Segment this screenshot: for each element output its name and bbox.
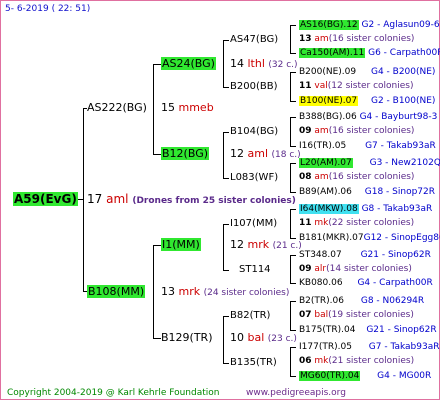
connector	[290, 25, 291, 53]
connector	[153, 64, 154, 154]
connector	[153, 338, 161, 339]
g3-node[interactable]: ST114	[239, 264, 271, 276]
connector	[290, 330, 296, 331]
grandparent-1b-info: 12 aml (18 c.)	[230, 147, 301, 161]
g3-node[interactable]: I107(MM)	[230, 218, 277, 230]
pedigree-page: { "header": {"date": "5- 6-2019 ( 22: 51…	[0, 0, 440, 400]
connector	[290, 347, 296, 348]
connector	[223, 132, 229, 133]
connector	[290, 25, 296, 26]
root-name: A59(EvG)	[13, 192, 78, 206]
timestamp: 5- 6-2019 ( 22: 51)	[5, 4, 91, 14]
parent-1-info: 15 mmeb	[161, 101, 214, 114]
g4-row: 08 am(16 sister colonies)	[299, 172, 415, 182]
connector	[223, 40, 229, 41]
connector	[290, 117, 296, 118]
g4-row: I16(TR).05 G7 - Takab93aR	[299, 141, 436, 151]
connector	[290, 209, 291, 238]
grandparent-1b[interactable]: B12(BG)	[161, 147, 210, 160]
root-node[interactable]: A59(EvG)	[13, 192, 78, 206]
connector	[290, 101, 296, 102]
connector	[223, 316, 224, 363]
connector	[223, 87, 229, 88]
connector	[290, 72, 296, 73]
g4-row: Ca150(AM).11 G6 - Carpath00R	[299, 48, 440, 58]
connector	[290, 283, 296, 284]
g4-row: I177(TR).05 G7 - Takab93aR	[299, 342, 440, 352]
connector	[290, 347, 291, 376]
g4-row: 09 alr(14 sister colonies)	[299, 264, 412, 274]
g4-row: 13 am(16 sister colonies)	[299, 34, 415, 44]
g4-row: 07 bal(19 sister colonies)	[299, 310, 414, 320]
connector	[290, 255, 296, 256]
g4-row: I64(MKW).08 G8 - Takab93aR	[299, 204, 433, 214]
connector	[290, 376, 296, 377]
g4-row: 09 am(16 sister colonies)	[299, 126, 415, 136]
connector	[153, 64, 161, 65]
connector	[290, 72, 291, 101]
g4-row: B388(BG).06 G4 - Bayburt98-3	[299, 112, 438, 122]
g4-row: B89(AM).06 G18 - Sinop72R	[299, 187, 436, 197]
connector	[290, 53, 296, 54]
connector	[83, 108, 84, 291]
grandparent-2b[interactable]: B129(TR)	[161, 331, 213, 344]
g3-node[interactable]: B200(BB)	[230, 81, 277, 93]
connector	[223, 224, 224, 270]
g4-row: 06 mk(21 sister colonies)	[299, 356, 415, 366]
g3-node[interactable]: AS47(BG)	[230, 34, 278, 46]
website-link[interactable]: www.pedigreeapis.org	[246, 387, 346, 399]
g4-row: L20(AM).07 G3 - New2102Q	[299, 158, 440, 168]
g4-row: B175(TR).04 G21 - Sinop62R	[299, 325, 437, 335]
grandparent-2b-info: 10 bal (23 c.)	[230, 331, 297, 345]
connector	[153, 245, 161, 246]
grandparent-2a-info: 12 mrk (21 c.)	[230, 238, 302, 252]
connector	[223, 178, 229, 179]
g3-node[interactable]: B104(BG)	[230, 126, 278, 138]
connector	[290, 163, 296, 164]
root-info: 17 aml (Drones from 25 sister colonies)	[87, 192, 296, 208]
grandparent-1a[interactable]: AS24(BG)	[161, 57, 216, 70]
connector	[290, 146, 296, 147]
grandparent-2a[interactable]: I1(MM)	[161, 238, 201, 251]
parent-1[interactable]: AS222(BG)	[87, 101, 147, 114]
connector	[223, 132, 224, 178]
g3-node[interactable]: B135(TR)	[230, 357, 277, 369]
g4-row: B181(MKR).07G12 - SinopEgg86R	[299, 233, 440, 243]
g3-node[interactable]: L083(WF)	[230, 172, 278, 184]
g3-node[interactable]: B82(TR)	[230, 310, 270, 322]
g4-row: B2(TR).06 G8 - N06294R	[299, 296, 425, 306]
g4-row: 11 mk(22 sister colonies)	[299, 218, 415, 228]
connector	[223, 270, 229, 271]
root-gen: 17	[87, 192, 103, 206]
connector	[153, 154, 161, 155]
connector	[290, 163, 291, 192]
root-label: aml	[106, 192, 129, 206]
g4-row: B100(NE).07 G2 - B100(NE)	[299, 96, 436, 106]
parent-2-info: 13 mrk (24 sister colonies)	[161, 285, 290, 299]
connector	[223, 224, 229, 225]
g4-row: B200(NE).09 G4 - B200(NE)	[299, 67, 436, 77]
connector	[290, 209, 296, 210]
connector	[290, 255, 291, 283]
root-note: (Drones from 25 sister colonies)	[132, 196, 296, 206]
parent-2[interactable]: B108(MM)	[87, 285, 146, 298]
connector	[290, 301, 296, 302]
connector	[290, 117, 291, 146]
copyright: Copyright 2004-2019 @ Karl Kehrle Founda…	[7, 388, 220, 398]
connector	[223, 40, 224, 87]
connector	[153, 245, 154, 338]
g4-row: KB080.06 G4 - Carpath00R	[299, 278, 433, 288]
g4-row: ST348.07 G21 - Sinop62R	[299, 250, 431, 260]
grandparent-1a-info: 14 lthl (32 c.)	[230, 57, 298, 71]
connector	[290, 301, 291, 330]
connector	[223, 316, 229, 317]
connector	[223, 363, 229, 364]
g4-row: AS16(BG).12 G2 - Aglasun09-6	[299, 20, 440, 30]
g4-row: 11 val(12 sister colonies)	[299, 81, 414, 91]
g4-row: MG60(TR).04 G4 - MG00R	[299, 371, 432, 381]
